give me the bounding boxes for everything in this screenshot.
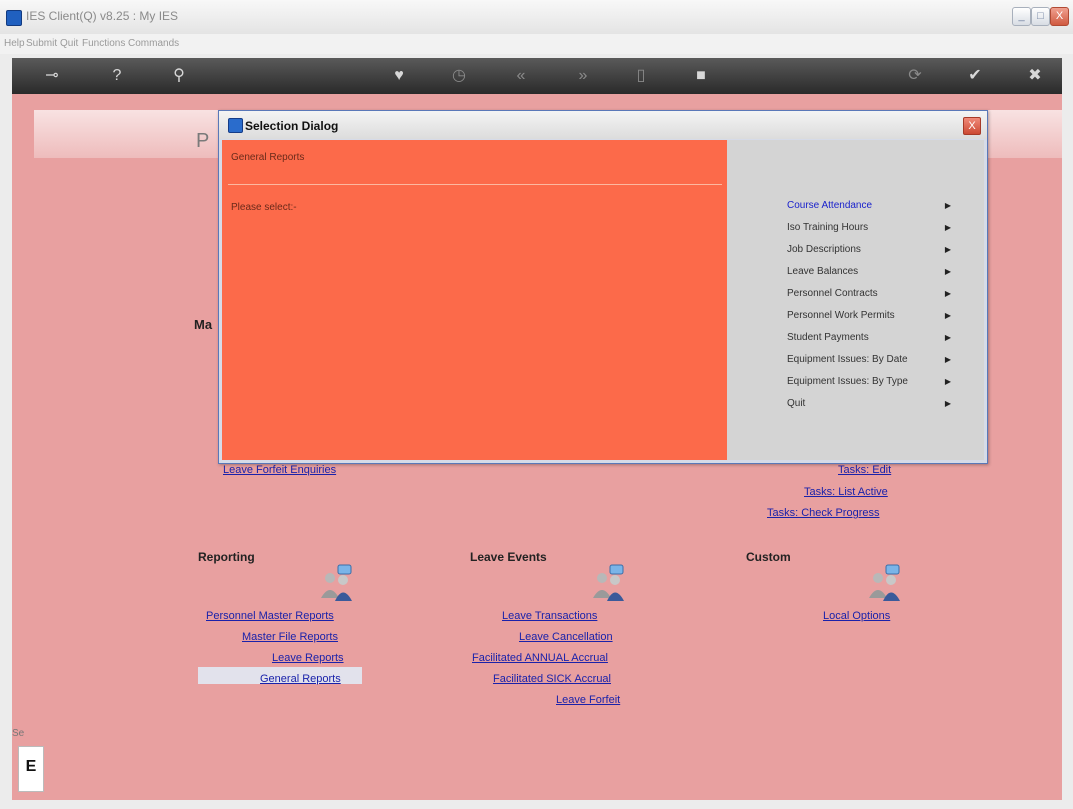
menu-submit[interactable]: Submit bbox=[26, 38, 57, 49]
option-leave-balances[interactable]: Leave Balances ▶ bbox=[787, 266, 967, 284]
link-leave-transactions[interactable]: Leave Transactions bbox=[502, 610, 597, 622]
app-window: IES Client(Q) v8.25 : My IES _ □ X Help … bbox=[0, 0, 1073, 809]
link-master-file-reports[interactable]: Master File Reports bbox=[242, 631, 338, 643]
page-title: P bbox=[196, 130, 210, 152]
option-personnel-work-permits[interactable]: Personnel Work Permits ▶ bbox=[787, 310, 967, 328]
dialog-info-panel: General Reports Please select:- bbox=[222, 140, 727, 460]
arrow-right-icon: ▶ bbox=[944, 355, 951, 364]
menu-functions[interactable]: Functions bbox=[82, 38, 125, 49]
dialog-divider bbox=[228, 184, 722, 185]
status-label: Se bbox=[12, 728, 25, 739]
dialog-options-panel: Course Attendance ▶ Iso Training Hours ▶ J… bbox=[727, 140, 984, 460]
minimize-button[interactable]: _ bbox=[1012, 7, 1031, 26]
app-icon bbox=[6, 10, 22, 26]
dialog-close-button[interactable]: X bbox=[963, 117, 981, 135]
link-facilitated-annual-accrual[interactable]: Facilitated ANNUAL Accrual bbox=[472, 652, 608, 664]
link-leave-reports[interactable]: Leave Reports bbox=[272, 652, 344, 664]
section-title-leave-events: Leave Events bbox=[470, 550, 547, 564]
arrow-right-icon: ▶ bbox=[944, 311, 951, 320]
option-equipment-issues-by-date[interactable]: Equipment Issues: By Date ▶ bbox=[787, 354, 967, 372]
clock-icon[interactable]: ◷ bbox=[446, 58, 472, 94]
link-tasks-check-progress[interactable]: Tasks: Check Progress bbox=[767, 507, 879, 519]
document-icon[interactable]: ▯ bbox=[628, 58, 654, 94]
arrow-right-icon: ▶ bbox=[944, 399, 951, 408]
heart-icon[interactable]: ♥ bbox=[386, 58, 412, 94]
link-facilitated-sick-accrual[interactable]: Facilitated SICK Accrual bbox=[493, 673, 611, 685]
link-leave-forfeit[interactable]: Leave Forfeit bbox=[556, 694, 620, 706]
close-window-button[interactable]: X bbox=[1050, 7, 1069, 26]
section-title-custom: Custom bbox=[746, 550, 791, 564]
dialog-heading: General Reports bbox=[231, 152, 305, 163]
leave-events-people-icon bbox=[593, 564, 624, 601]
link-tasks-list-active[interactable]: Tasks: List Active bbox=[804, 486, 888, 498]
selection-dialog: Selection Dialog X General Reports Pleas… bbox=[218, 110, 988, 464]
section-title-reporting: Reporting bbox=[198, 550, 255, 564]
help-icon[interactable]: ? bbox=[104, 58, 130, 94]
key-icon[interactable]: ⊸ bbox=[34, 58, 70, 94]
window-title: IES Client(Q) v8.25 : My IES bbox=[26, 9, 179, 23]
arrow-right-icon: ▶ bbox=[944, 267, 951, 276]
menu-help[interactable]: Help bbox=[4, 38, 25, 49]
menu-commands[interactable]: Commands bbox=[128, 38, 179, 49]
dialog-prompt: Please select:- bbox=[231, 202, 297, 213]
forward-icon[interactable]: » bbox=[570, 58, 596, 94]
toolbar: ⊸ ? ⚲ ♥ ◷ « » ▯ ■ ⟳ ✔ ✖ bbox=[12, 58, 1062, 94]
rewind-icon[interactable]: « bbox=[508, 58, 534, 94]
link-tasks-edit[interactable]: Tasks: Edit bbox=[838, 464, 891, 476]
status-box[interactable]: E bbox=[18, 746, 44, 792]
section-label: Ma bbox=[194, 317, 213, 332]
custom-people-icon bbox=[869, 564, 900, 601]
option-student-payments[interactable]: Student Payments ▶ bbox=[787, 332, 967, 350]
dialog-app-icon bbox=[228, 118, 243, 133]
arrow-right-icon: ▶ bbox=[944, 245, 951, 254]
link-local-options[interactable]: Local Options bbox=[823, 610, 890, 622]
reporting-people-icon bbox=[321, 564, 352, 601]
arrow-right-icon: ▶ bbox=[944, 377, 951, 386]
link-leave-cancellation[interactable]: Leave Cancellation bbox=[519, 631, 613, 643]
option-quit[interactable]: Quit ▶ bbox=[787, 398, 967, 416]
title-bar: IES Client(Q) v8.25 : My IES _ □ X bbox=[0, 0, 1073, 34]
option-job-descriptions[interactable]: Job Descriptions ▶ bbox=[787, 244, 967, 262]
cancel-icon[interactable]: ✖ bbox=[1022, 58, 1048, 94]
menu-quit[interactable]: Quit bbox=[60, 38, 78, 49]
option-equipment-issues-by-type[interactable]: Equipment Issues: By Type ▶ bbox=[787, 376, 967, 394]
option-iso-training-hours[interactable]: Iso Training Hours ▶ bbox=[787, 222, 967, 240]
check-icon[interactable]: ✔ bbox=[962, 58, 988, 94]
arrow-right-icon: ▶ bbox=[944, 201, 951, 210]
stop-icon[interactable]: ■ bbox=[688, 58, 714, 94]
option-course-attendance[interactable]: Course Attendance ▶ bbox=[787, 200, 967, 218]
link-leave-forfeit-enquiries[interactable]: Leave Forfeit Enquiries bbox=[223, 464, 336, 476]
maximize-button[interactable]: □ bbox=[1031, 7, 1050, 26]
arrow-right-icon: ▶ bbox=[944, 223, 951, 232]
arrow-right-icon: ▶ bbox=[944, 333, 951, 342]
refresh-icon[interactable]: ⟳ bbox=[902, 58, 928, 94]
dialog-title-bar[interactable]: Selection Dialog X bbox=[219, 111, 987, 139]
arrow-right-icon: ▶ bbox=[944, 289, 951, 298]
dialog-title: Selection Dialog bbox=[245, 119, 339, 133]
link-general-reports[interactable]: General Reports bbox=[260, 673, 341, 685]
link-personnel-master-reports[interactable]: Personnel Master Reports bbox=[206, 610, 334, 622]
menu-bar: Help Submit Quit Functions Commands bbox=[0, 34, 1073, 54]
option-personnel-contracts[interactable]: Personnel Contracts ▶ bbox=[787, 288, 967, 306]
search-icon[interactable]: ⚲ bbox=[166, 58, 192, 94]
